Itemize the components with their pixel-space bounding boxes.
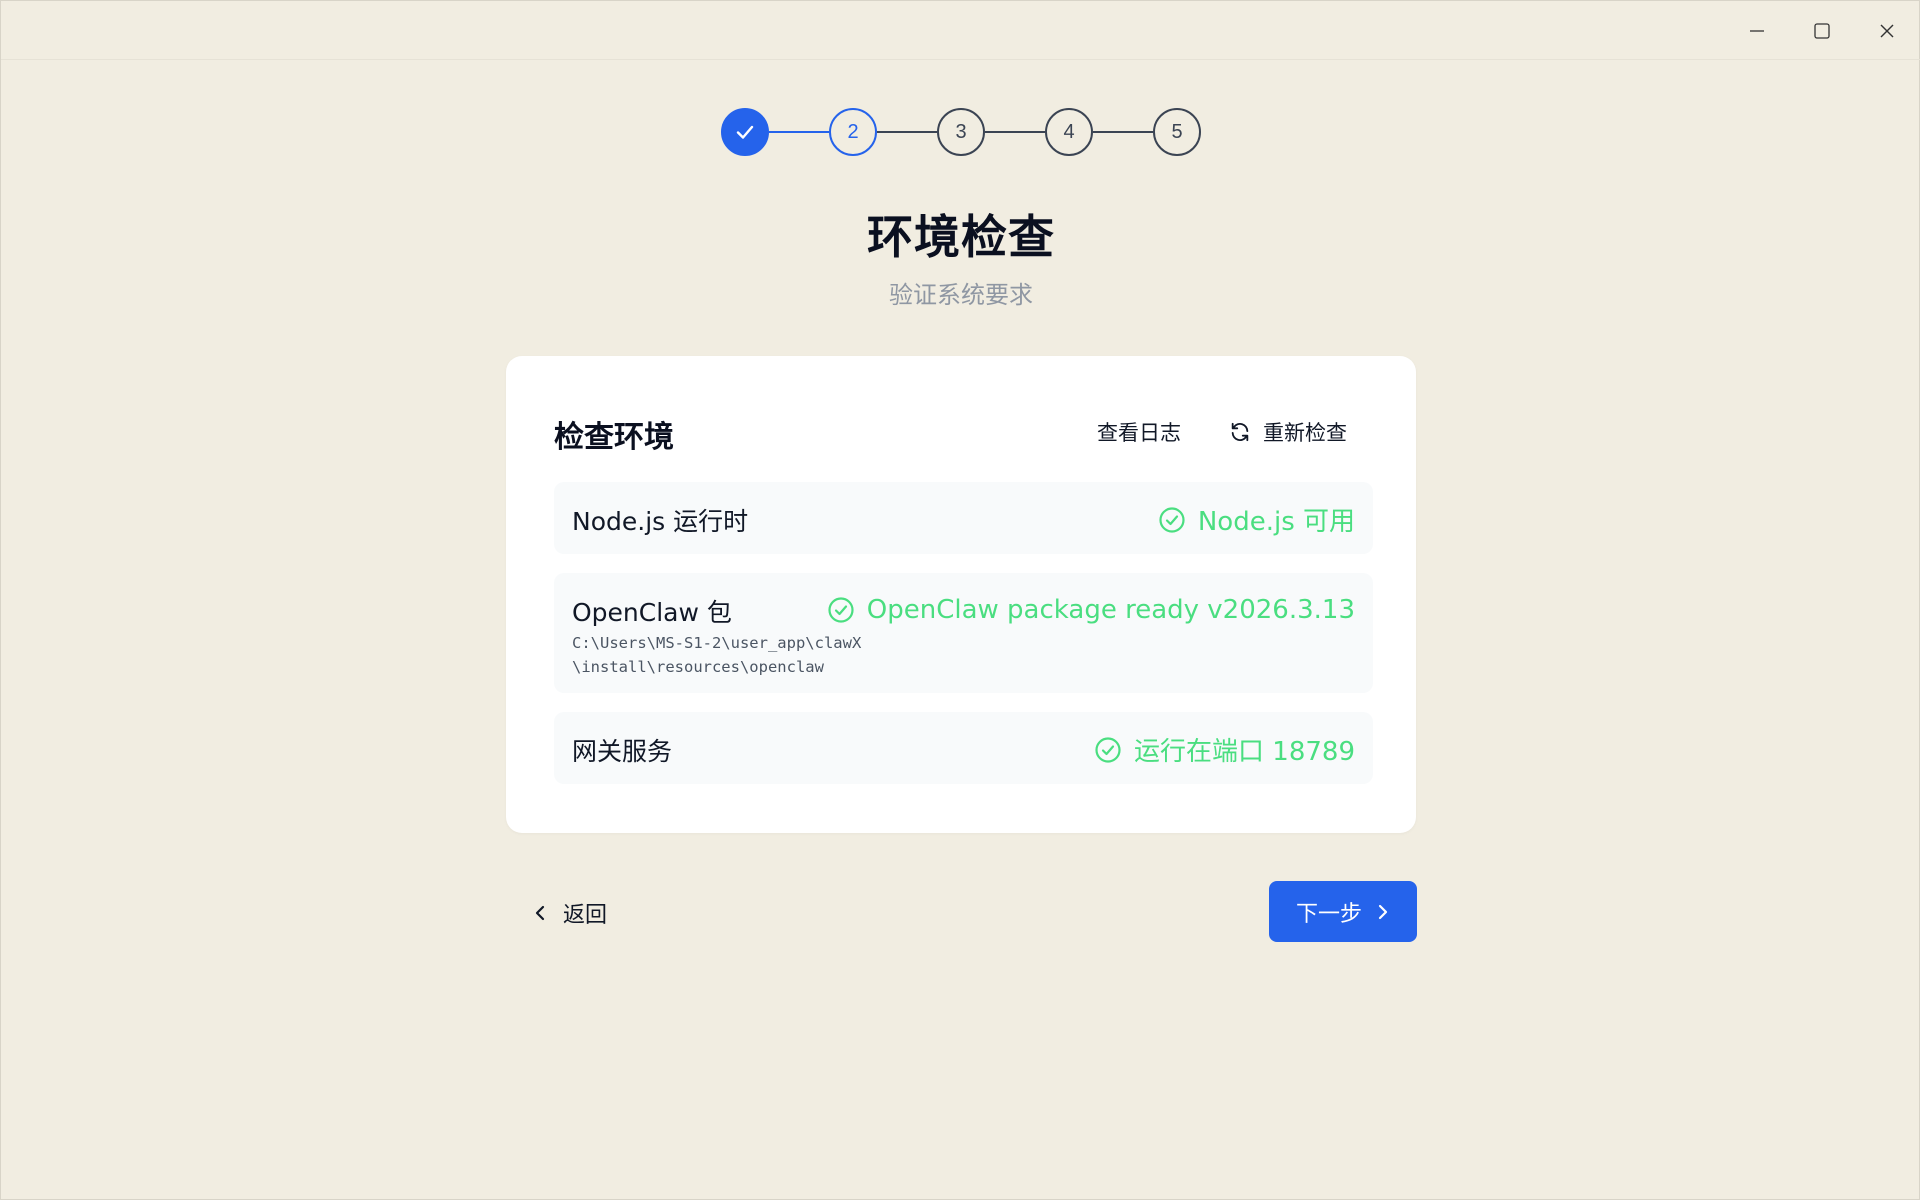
next-button[interactable]: 下一步 bbox=[1269, 881, 1417, 942]
check-row-gateway: 网关服务 运行在端口 18789 bbox=[554, 712, 1373, 784]
check-circle-icon bbox=[1159, 506, 1185, 533]
maximize-icon bbox=[1814, 22, 1830, 39]
check-status-text: Node.js 可用 bbox=[1197, 507, 1355, 537]
step-connector bbox=[1093, 130, 1153, 134]
environment-check-card: 检查环境 查看日志 重新检查 Node.js 运行时 Node.js 可用 Op… bbox=[506, 356, 1416, 833]
app-window: 2 3 4 5 环境检查 验证系统要求 检查环境 查看日志 重新检查 Node.… bbox=[0, 0, 1920, 1200]
check-circle-icon bbox=[1095, 736, 1121, 763]
maximize-button[interactable] bbox=[1790, 1, 1854, 60]
chevron-right-icon bbox=[1378, 904, 1388, 919]
recheck-button[interactable]: 重新检查 bbox=[1229, 417, 1347, 447]
install-path: C:\Users\MS-S1-2\user_app\clawX\install\… bbox=[572, 634, 862, 676]
title-bar bbox=[1, 1, 1920, 60]
step-connector bbox=[877, 130, 937, 134]
refresh-icon bbox=[1231, 422, 1249, 442]
check-row-nodejs: Node.js 运行时 Node.js 可用 bbox=[554, 482, 1373, 554]
step-5: 5 bbox=[1153, 108, 1201, 156]
check-row-openclaw: OpenClaw 包 C:\Users\MS-S1-2\user_app\cla… bbox=[554, 573, 1373, 693]
view-logs-button[interactable]: 查看日志 bbox=[1097, 417, 1181, 447]
check-icon bbox=[736, 125, 754, 139]
check-label: Node.js 运行时 bbox=[572, 507, 749, 536]
view-logs-label: 查看日志 bbox=[1097, 421, 1181, 445]
step-2-current: 2 bbox=[829, 108, 877, 156]
step-3: 3 bbox=[937, 108, 985, 156]
recheck-label: 重新检查 bbox=[1263, 421, 1347, 445]
back-label: 返回 bbox=[563, 903, 608, 928]
next-label: 下一步 bbox=[1295, 901, 1362, 927]
setup-stepper: 2 3 4 5 bbox=[721, 108, 1201, 156]
check-status: Node.js 可用 bbox=[1158, 501, 1355, 538]
check-status-text: OpenClaw package ready v2026.3.13 bbox=[866, 595, 1355, 625]
page-title: 环境检查 bbox=[867, 210, 1055, 264]
check-circle-icon bbox=[828, 597, 854, 623]
step-4: 4 bbox=[1045, 108, 1093, 156]
back-button[interactable]: 返回 bbox=[533, 897, 607, 929]
chevron-left-icon bbox=[535, 905, 545, 921]
check-label: OpenClaw 包 bbox=[572, 598, 732, 627]
page-subtitle: 验证系统要求 bbox=[889, 281, 1033, 309]
step-1-complete bbox=[721, 108, 769, 156]
step-connector bbox=[769, 130, 829, 134]
check-label: 网关服务 bbox=[572, 737, 673, 766]
check-status: OpenClaw package ready v2026.3.13 bbox=[827, 595, 1355, 625]
check-status-text: 运行在端口 18789 bbox=[1134, 737, 1355, 767]
minimize-button[interactable] bbox=[1725, 1, 1789, 60]
step-connector bbox=[985, 130, 1045, 134]
check-status: 运行在端口 18789 bbox=[1094, 731, 1355, 768]
close-icon bbox=[1880, 24, 1894, 37]
card-title: 检查环境 bbox=[554, 420, 674, 455]
minimize-icon bbox=[1750, 29, 1764, 32]
close-button[interactable] bbox=[1855, 1, 1919, 60]
